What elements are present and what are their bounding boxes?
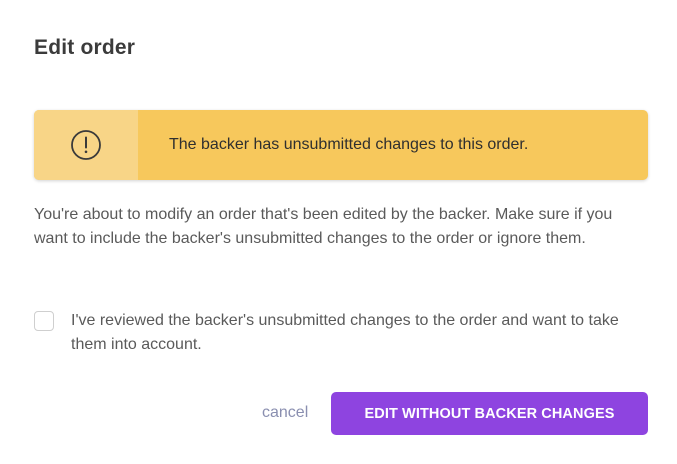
unsubmitted-changes-alert: The backer has unsubmitted changes to th… [34, 110, 648, 180]
confirm-review-checkbox[interactable] [34, 311, 54, 331]
cancel-button[interactable]: cancel [262, 402, 308, 424]
alert-message: The backer has unsubmitted changes to th… [169, 136, 529, 153]
confirm-review-label[interactable]: I've reviewed the backer's unsubmitted c… [71, 309, 641, 357]
edit-without-backer-changes-button[interactable]: EDIT WITHOUT BACKER CHANGES [331, 392, 648, 435]
dialog-title: Edit order [34, 36, 136, 59]
dialog-description: You're about to modify an order that's b… [34, 206, 613, 247]
alert-icon-panel [34, 110, 138, 180]
exclamation-circle-icon [71, 130, 101, 160]
edit-order-dialog: Edit order The backer has unsubmitted ch… [0, 0, 677, 464]
confirm-review-row: I've reviewed the backer's unsubmitted c… [34, 309, 646, 357]
